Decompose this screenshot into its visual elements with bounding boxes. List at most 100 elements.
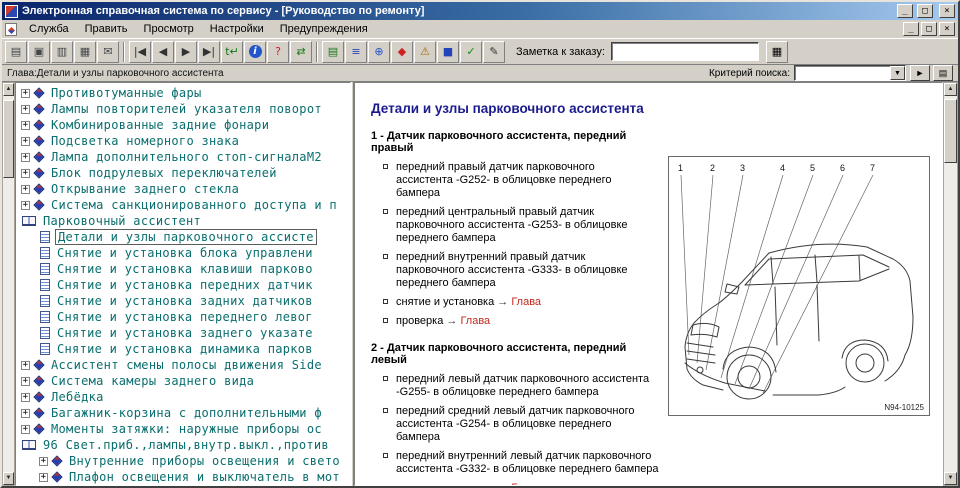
maximize-button[interactable]: □: [917, 4, 933, 18]
tree-item-label[interactable]: Противотуманные фары: [49, 86, 204, 100]
content-scrollbar-track[interactable]: [944, 96, 957, 472]
chapter-link[interactable]: Глава: [460, 315, 490, 327]
tree-item-label[interactable]: Внутренние приборы освещения и свето: [67, 454, 342, 468]
sync-button[interactable]: ⇄: [290, 40, 312, 63]
tree-item-label[interactable]: Моменты затяжки: наружные приборы ос: [49, 422, 324, 436]
tree-item[interactable]: Снятие и установка динамика парков: [16, 341, 350, 357]
tree-item-label[interactable]: Снятие и установка динамика парков: [55, 342, 315, 356]
chapter-link[interactable]: Глава: [511, 482, 541, 485]
tree-item[interactable]: 96 Свет.приб.,лампы,внутр.выкл.,против: [16, 437, 350, 453]
next-page-button[interactable]: ▶: [175, 40, 197, 63]
tree-item-label[interactable]: Детали и узлы парковочного ассисте: [55, 229, 317, 245]
expand-icon[interactable]: +: [21, 120, 30, 130]
repair-manuals-button[interactable]: ▤: [322, 40, 344, 63]
expand-icon[interactable]: +: [21, 88, 30, 98]
tree-item-label[interactable]: Снятие и установка заднего указате: [55, 326, 315, 340]
tree-item-label[interactable]: Лебёдка: [49, 390, 106, 404]
tree-item-label[interactable]: Лампа дополнительного стоп-сигналаМ2: [49, 150, 324, 164]
content-scrollbar[interactable]: ▲ ▼: [943, 82, 958, 486]
expand-icon[interactable]: +: [21, 136, 30, 146]
tree-item-label[interactable]: Ассистент смены полосы движения Side: [49, 358, 324, 372]
tree-item-label[interactable]: Система санкционированного доступа и п: [49, 198, 339, 212]
help-button[interactable]: ?: [267, 40, 289, 63]
tree-item[interactable]: Снятие и установка передних датчик: [16, 277, 350, 293]
tree-item[interactable]: + Подсветка номерного знака: [16, 133, 350, 149]
warning-button[interactable]: ⚠: [414, 40, 436, 63]
print-button[interactable]: ▤: [5, 40, 27, 63]
expand-icon[interactable]: +: [21, 152, 30, 162]
first-page-button[interactable]: |◀: [129, 40, 151, 63]
globe-button[interactable]: ⊕: [368, 40, 390, 63]
scroll-down-icon[interactable]: ▼: [944, 472, 957, 485]
menu-item-3[interactable]: Настройки: [202, 21, 272, 37]
search-criteria-combobox[interactable]: ▼: [794, 65, 906, 81]
tree-item[interactable]: + Система камеры заднего вида: [16, 373, 350, 389]
tree-scrollbar-thumb[interactable]: [3, 100, 14, 178]
tree-item-label[interactable]: Плафон освещения и выключатель в мот: [67, 470, 342, 484]
tree-item[interactable]: + Лампы повторителей указателя поворот: [16, 101, 350, 117]
content-scrollbar-thumb[interactable]: [944, 99, 957, 163]
tree-item[interactable]: + Открывание заднего стекла: [16, 181, 350, 197]
tree-item[interactable]: + Блок подрулевых переключателей: [16, 165, 350, 181]
expand-icon[interactable]: +: [21, 168, 30, 178]
tree-item[interactable]: Снятие и установка задних датчиков: [16, 293, 350, 309]
chevron-down-icon[interactable]: ▼: [890, 66, 905, 80]
tree-item-label[interactable]: Багажник-корзина с дополнительными ф: [49, 406, 324, 420]
mdi-close-button[interactable]: ×: [939, 22, 955, 36]
menu-item-0[interactable]: Служба: [21, 21, 77, 37]
tree-scrollbar-track[interactable]: [3, 96, 14, 472]
mail-button[interactable]: ✉: [97, 40, 119, 63]
tree-item[interactable]: + Внутренние приборы освещения и свето: [16, 453, 350, 469]
info-button[interactable]: i: [244, 40, 266, 63]
last-page-button[interactable]: ▶|: [198, 40, 220, 63]
menu-item-1[interactable]: Править: [77, 21, 136, 37]
tree-item-label[interactable]: Комбинированные задние фонари: [49, 118, 271, 132]
tree-item-label[interactable]: Снятие и установка клавиши парково: [55, 262, 315, 276]
tree-item[interactable]: + Ассистент смены полосы движения Side: [16, 357, 350, 373]
scroll-up-icon[interactable]: ▲: [3, 83, 14, 96]
expand-icon[interactable]: +: [21, 392, 30, 402]
documents-button[interactable]: ▦: [74, 40, 96, 63]
open-note-button[interactable]: ▦: [765, 40, 788, 63]
tree-item[interactable]: + Лебёдка: [16, 389, 350, 405]
expand-icon[interactable]: +: [39, 472, 48, 482]
pencil-button[interactable]: ✎: [483, 40, 505, 63]
tree-item[interactable]: Снятие и установка клавиши парково: [16, 261, 350, 277]
tree-item[interactable]: + Противотуманные фары: [16, 85, 350, 101]
tree-item[interactable]: +Лампы и выключатели на передней пане: [16, 485, 350, 486]
expand-icon[interactable]: +: [21, 200, 30, 210]
scroll-up-icon[interactable]: ▲: [944, 83, 957, 96]
chapter-link[interactable]: Глава: [511, 296, 541, 308]
expand-icon[interactable]: +: [39, 456, 48, 466]
menu-item-2[interactable]: Просмотр: [136, 21, 202, 37]
search-results-button[interactable]: ▤: [933, 65, 953, 81]
tree-item-label[interactable]: Снятие и установка блока управлени: [55, 246, 315, 260]
search-start-button[interactable]: ►: [910, 65, 930, 81]
expand-icon[interactable]: +: [21, 360, 30, 370]
tree-item[interactable]: Снятие и установка заднего указате: [16, 325, 350, 341]
return-button[interactable]: t↵: [221, 40, 243, 63]
prev-page-button[interactable]: ◀: [152, 40, 174, 63]
tree-item[interactable]: + Комбинированные задние фонари: [16, 117, 350, 133]
tree-item-label[interactable]: Открывание заднего стекла: [49, 182, 241, 196]
mdi-minimize-button[interactable]: _: [903, 22, 919, 36]
wiring-diagrams-button[interactable]: ≡: [345, 40, 367, 63]
copy-button[interactable]: ▣: [28, 40, 50, 63]
tree-item[interactable]: + Моменты затяжки: наружные приборы ос: [16, 421, 350, 437]
tree-item[interactable]: Снятие и установка блока управлени: [16, 245, 350, 261]
check-button[interactable]: ✓: [460, 40, 482, 63]
menu-item-4[interactable]: Предупреждения: [272, 21, 376, 37]
expand-icon[interactable]: +: [21, 376, 30, 386]
tree-item-label[interactable]: Система камеры заднего вида: [49, 374, 256, 388]
tree-item[interactable]: Парковочный ассистент: [16, 213, 350, 229]
scroll-down-icon[interactable]: ▼: [3, 472, 14, 485]
expand-icon[interactable]: +: [21, 424, 30, 434]
block-button[interactable]: ■: [437, 40, 459, 63]
tree-item[interactable]: Снятие и установка переднего левог: [16, 309, 350, 325]
expand-icon[interactable]: +: [21, 184, 30, 194]
tree-item-label[interactable]: Снятие и установка переднего левог: [55, 310, 315, 324]
order-note-input[interactable]: [610, 42, 759, 61]
tree-item[interactable]: Детали и узлы парковочного ассисте: [16, 229, 350, 245]
tree-item-label[interactable]: Снятие и установка задних датчиков: [55, 294, 315, 308]
expand-icon[interactable]: +: [21, 104, 30, 114]
